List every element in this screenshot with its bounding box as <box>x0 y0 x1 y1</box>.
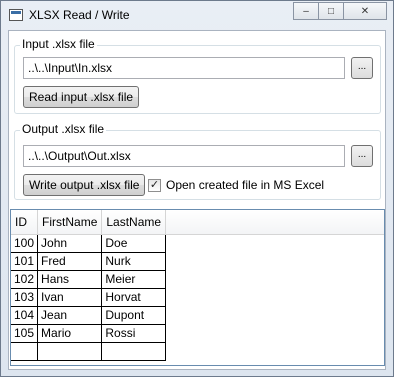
table-row[interactable]: 101 Fred Nurk <box>11 252 384 271</box>
output-group-title: Output .xlsx file <box>20 122 107 136</box>
input-group: Input .xlsx file ... Read input .xlsx fi… <box>14 37 381 114</box>
input-group-title: Input .xlsx file <box>20 37 97 51</box>
caption-buttons: – □ ✕ <box>293 2 387 20</box>
cell-id[interactable]: 105 <box>11 324 39 343</box>
header-row: ID FirstName LastName <box>11 210 384 235</box>
data-grid[interactable]: ID FirstName LastName 100 John Doe 101 Fred N… <box>10 209 385 366</box>
cell-lastname[interactable]: Nurk <box>101 252 167 271</box>
table-row[interactable]: 104 Jean Dupont <box>11 306 384 325</box>
new-item-row[interactable] <box>11 342 384 361</box>
cell-lastname[interactable]: Doe <box>101 234 167 253</box>
cell-firstname[interactable]: Hans <box>37 270 103 289</box>
empty-cell[interactable] <box>37 342 103 361</box>
output-browse-button[interactable]: ... <box>351 145 373 167</box>
row-filler <box>166 324 384 342</box>
input-browse-button[interactable]: ... <box>351 57 373 79</box>
title-bar[interactable]: XLSX Read / Write – □ ✕ <box>1 1 393 29</box>
open-in-excel-label[interactable]: Open created file in MS Excel <box>166 178 324 192</box>
write-output-button[interactable]: Write output .xlsx file <box>23 174 146 196</box>
cell-id[interactable]: 101 <box>11 252 39 271</box>
row-filler <box>166 234 384 252</box>
window-title: XLSX Read / Write <box>29 8 130 22</box>
cell-id[interactable]: 103 <box>11 288 39 307</box>
table-row[interactable]: 102 Hans Meier <box>11 270 384 289</box>
cell-firstname[interactable]: John <box>37 234 103 253</box>
cell-lastname[interactable]: Meier <box>101 270 167 289</box>
checkmark-icon: ✓ <box>149 179 160 191</box>
column-header-id[interactable]: ID <box>11 210 39 235</box>
cell-lastname[interactable]: Horvat <box>101 288 167 307</box>
close-icon: ✕ <box>360 5 370 17</box>
main-window: XLSX Read / Write – □ ✕ Input .xlsx file… <box>0 0 394 377</box>
maximize-icon: □ <box>327 5 335 17</box>
minimize-button[interactable]: – <box>293 2 319 20</box>
cell-id[interactable]: 102 <box>11 270 39 289</box>
empty-cell[interactable] <box>101 342 167 361</box>
cell-id[interactable]: 104 <box>11 306 39 325</box>
row-filler <box>166 306 384 324</box>
maximize-button[interactable]: □ <box>318 2 344 20</box>
column-header-lastname[interactable]: LastName <box>101 210 167 235</box>
close-button[interactable]: ✕ <box>343 2 387 20</box>
cell-id[interactable]: 100 <box>11 234 39 253</box>
table-row[interactable]: 105 Mario Rossi <box>11 324 384 343</box>
row-filler <box>166 342 384 360</box>
cell-firstname[interactable]: Jean <box>37 306 103 325</box>
output-group: Output .xlsx file ... Write output .xlsx… <box>14 122 381 200</box>
column-header-firstname[interactable]: FirstName <box>37 210 103 235</box>
read-input-button[interactable]: Read input .xlsx file <box>23 86 140 108</box>
cell-firstname[interactable]: Mario <box>37 324 103 343</box>
input-path-field[interactable] <box>23 57 345 79</box>
grid-body: 100 John Doe 101 Fred Nurk 102 Hans Meier 103 Ivan… <box>11 234 384 361</box>
minimize-icon: – <box>303 5 309 17</box>
data-table: ID FirstName LastName 100 John Doe 101 Fred N… <box>11 210 384 361</box>
cell-firstname[interactable]: Fred <box>37 252 103 271</box>
row-filler <box>166 252 384 270</box>
cell-lastname[interactable]: Dupont <box>101 306 167 325</box>
column-header-filler <box>165 210 384 235</box>
row-filler <box>166 270 384 288</box>
empty-cell[interactable] <box>11 342 39 361</box>
table-row[interactable]: 100 John Doe <box>11 234 384 253</box>
cell-lastname[interactable]: Rossi <box>101 324 167 343</box>
output-path-field[interactable] <box>23 145 345 167</box>
open-in-excel-checkbox[interactable]: ✓ <box>148 179 161 192</box>
cell-firstname[interactable]: Ivan <box>37 288 103 307</box>
app-icon <box>9 9 23 21</box>
table-row[interactable]: 103 Ivan Horvat <box>11 288 384 307</box>
row-filler <box>166 288 384 306</box>
